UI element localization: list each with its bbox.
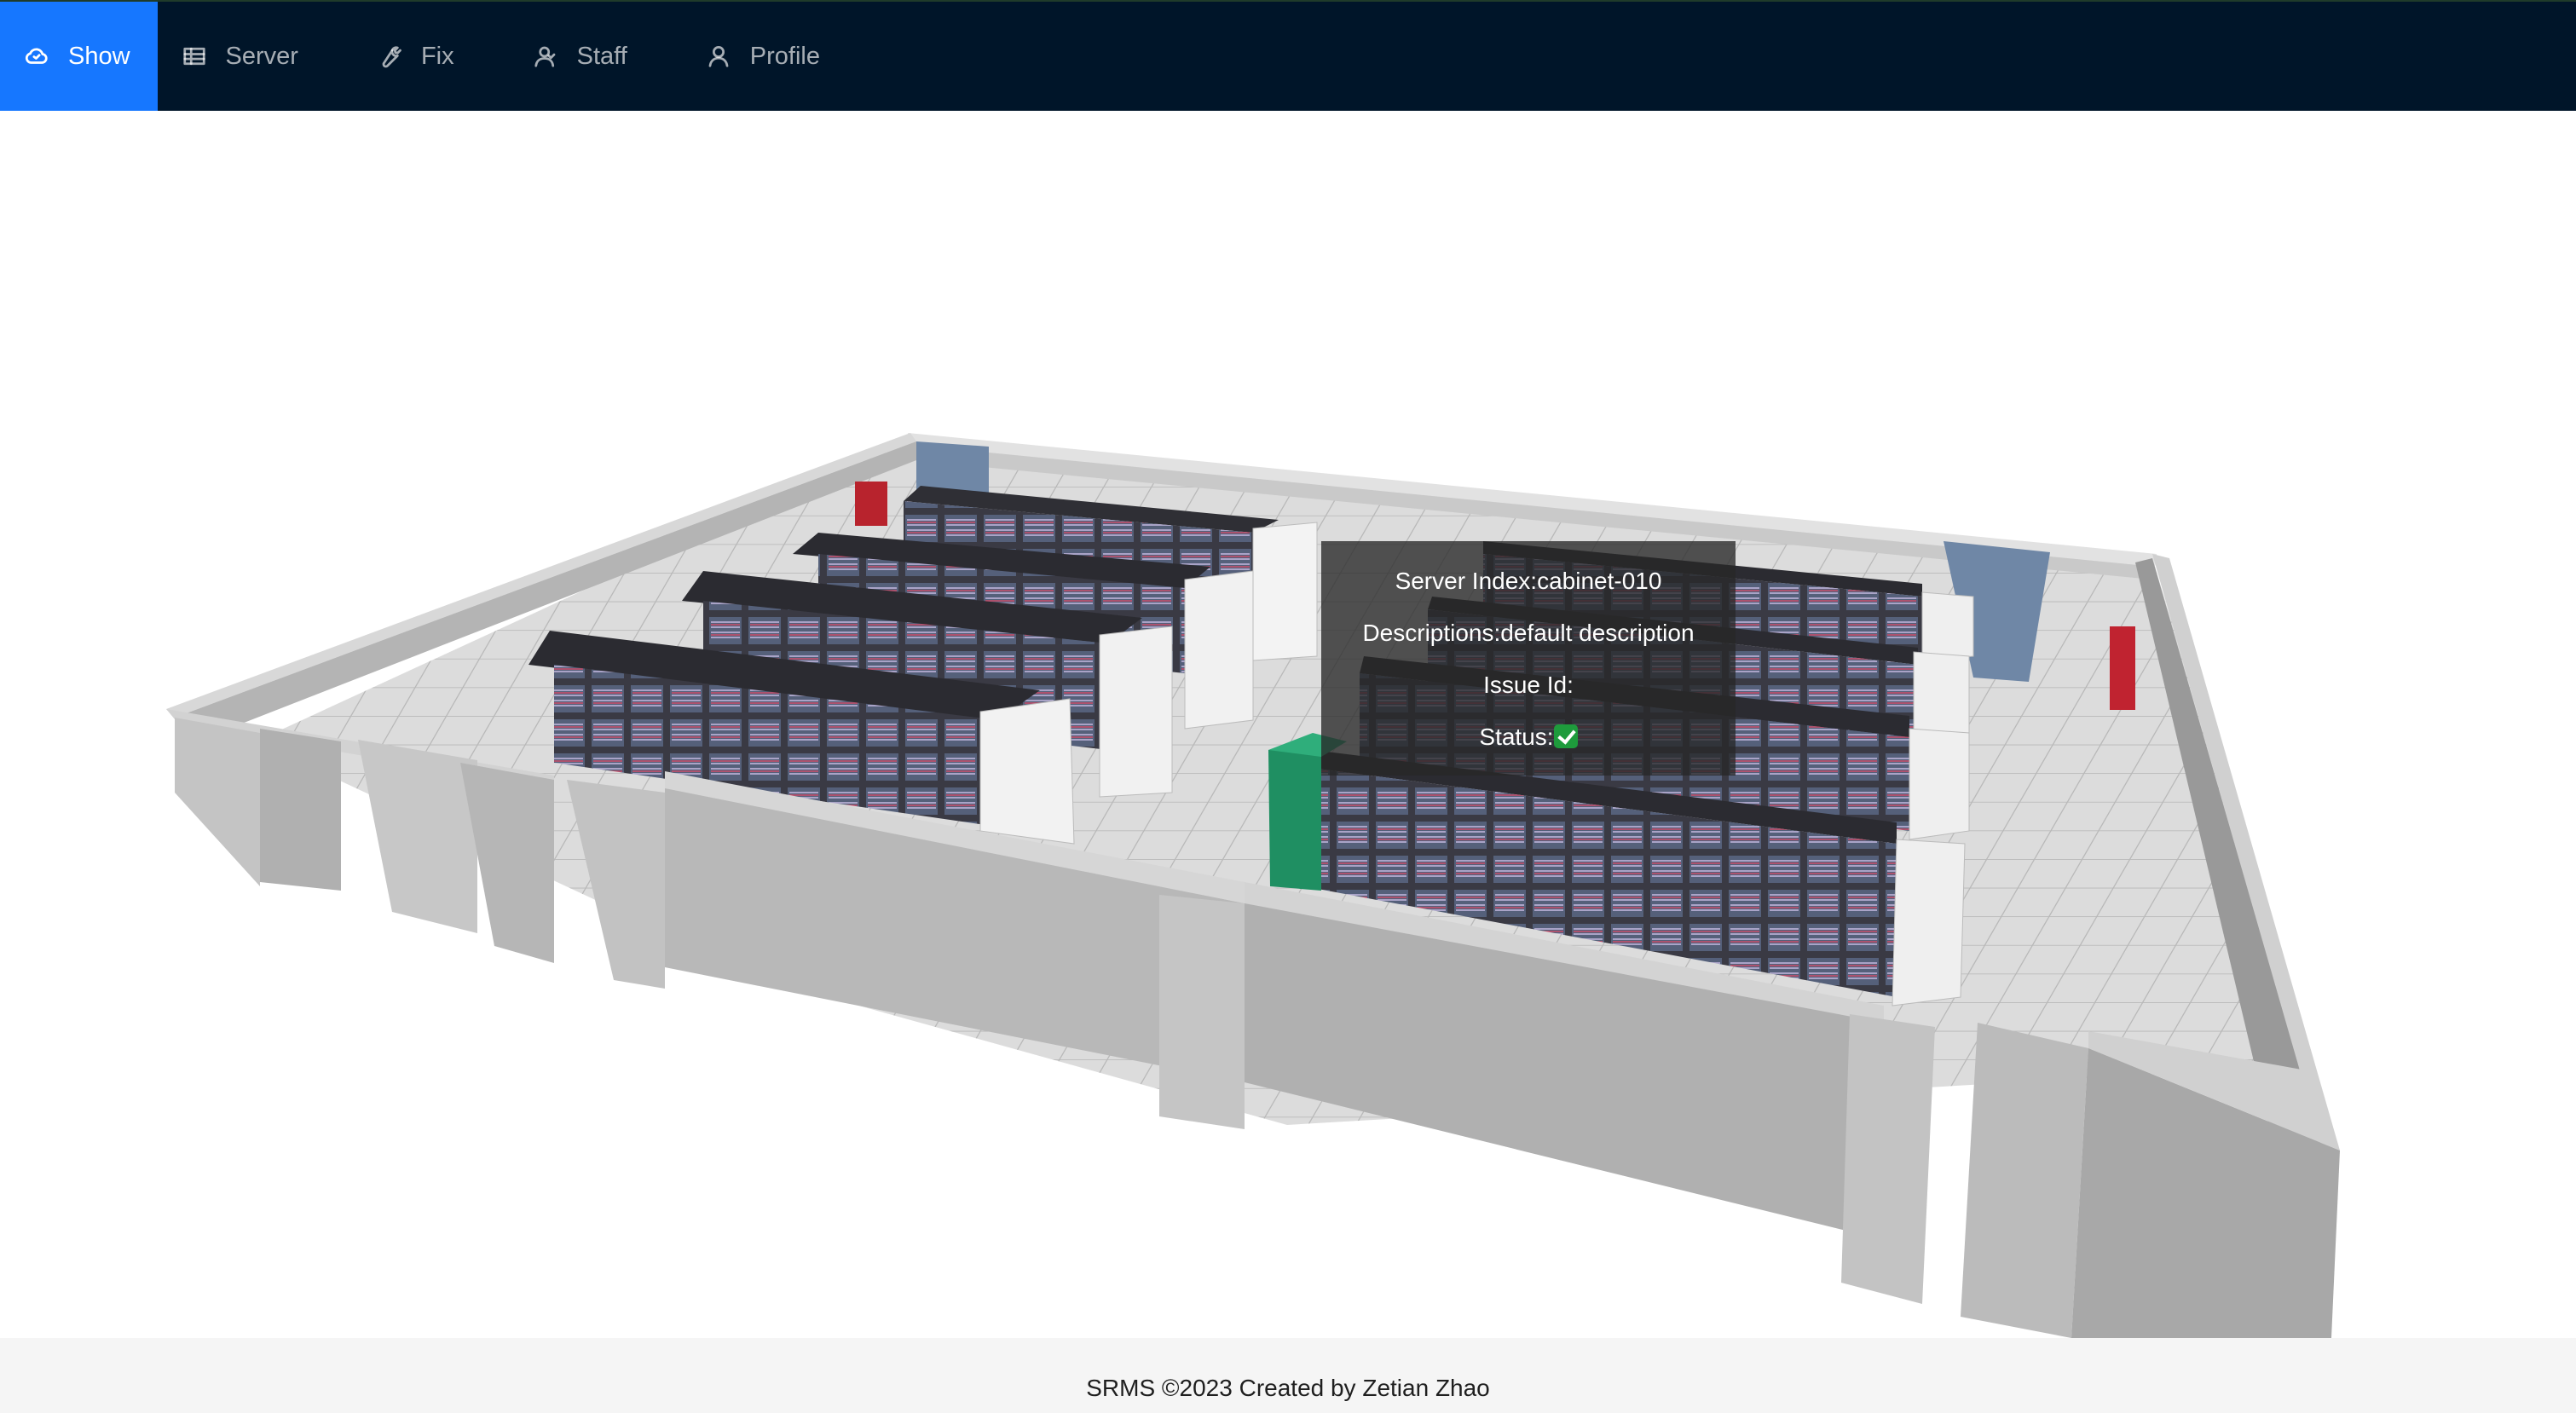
nav-item-label: Server — [225, 42, 298, 70]
front-pillar — [260, 729, 341, 891]
nav-item-label: Fix — [420, 42, 454, 70]
fire-box-right[interactable] — [2110, 626, 2135, 710]
ac-unit[interactable] — [1909, 728, 1970, 840]
nav-item-show[interactable]: Show — [0, 2, 158, 111]
status-label: Status: — [1479, 723, 1554, 750]
ac-unit[interactable] — [1099, 626, 1173, 798]
user-icon — [708, 46, 729, 67]
issue-id-text: Issue Id: — [1483, 671, 1574, 698]
server-room-3d-view[interactable]: Server Index:cabinet-010 Descriptions:de… — [0, 111, 2576, 1338]
status-row: Status: — [1479, 711, 1578, 763]
front-pillar — [358, 740, 477, 933]
footer-text: SRMS ©2023 Created by Zetian Zhao — [1086, 1375, 1490, 1401]
check-mark-icon — [1553, 724, 1578, 748]
footer: SRMS ©2023 Created by Zetian Zhao — [0, 1338, 2576, 1413]
descriptions-text: Descriptions:default description — [1362, 619, 1695, 646]
ac-unit[interactable] — [1252, 522, 1318, 661]
front-pillar — [1961, 1023, 2088, 1338]
front-pillar — [1159, 895, 1245, 1129]
ac-unit[interactable] — [1921, 591, 1974, 661]
table-icon — [182, 47, 205, 66]
nav-item-profile[interactable]: Profile — [682, 2, 875, 111]
cloud-icon — [25, 48, 48, 64]
front-wall-left-face — [175, 718, 260, 886]
top-navigation: Show Server Fix Staff Profile — [0, 0, 2576, 111]
server-info-tooltip: Server Index:cabinet-010 Descriptions:de… — [1321, 541, 1736, 776]
ac-unit[interactable] — [979, 698, 1075, 845]
nav-item-fix[interactable]: Fix — [353, 2, 509, 111]
nav-item-staff[interactable]: Staff — [509, 2, 682, 111]
ac-unit[interactable] — [1184, 570, 1254, 730]
fire-box-left[interactable] — [855, 482, 887, 526]
server-room-model[interactable] — [0, 111, 2576, 1338]
nav-item-server[interactable]: Server — [158, 2, 353, 111]
nav-item-label: Profile — [749, 42, 820, 70]
ac-unit[interactable] — [1913, 651, 1970, 738]
wrench-icon — [382, 46, 401, 68]
server-index-text: Server Index:cabinet-010 — [1395, 567, 1662, 594]
selected-cabinet-010[interactable] — [1268, 741, 1321, 891]
team-icon — [534, 46, 556, 67]
nav-item-label: Show — [68, 42, 130, 70]
front-pillar — [1841, 1014, 1935, 1304]
ac-unit[interactable] — [1892, 839, 1966, 1006]
nav-item-label: Staff — [576, 42, 627, 70]
